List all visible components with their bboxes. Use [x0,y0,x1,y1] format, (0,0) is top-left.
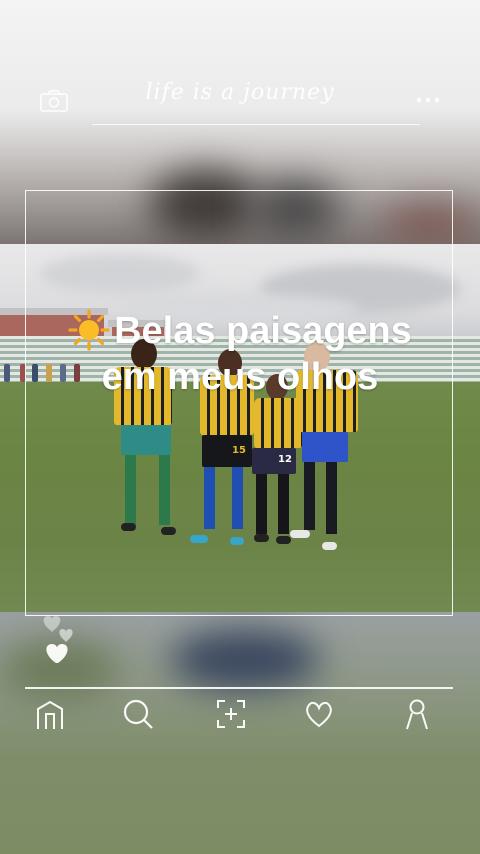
more-dots-icon[interactable] [415,92,441,106]
home-icon[interactable] [33,697,67,731]
profile-icon[interactable] [400,697,434,731]
header-divider [92,124,420,125]
nav-divider [25,687,453,689]
brand-title: life is a journey [145,80,335,105]
search-icon[interactable] [121,697,155,731]
sun-icon [68,309,110,351]
caption: Belas paisagens em meus olhos [60,308,420,400]
bottom-nav [0,697,480,737]
add-icon[interactable] [214,697,248,731]
blurred-shape [170,630,320,690]
photo-frame [25,190,453,616]
hearts-icon [38,610,82,668]
caption-text: Belas paisagens em meus olhos [101,310,412,398]
heart-icon[interactable] [302,697,336,731]
